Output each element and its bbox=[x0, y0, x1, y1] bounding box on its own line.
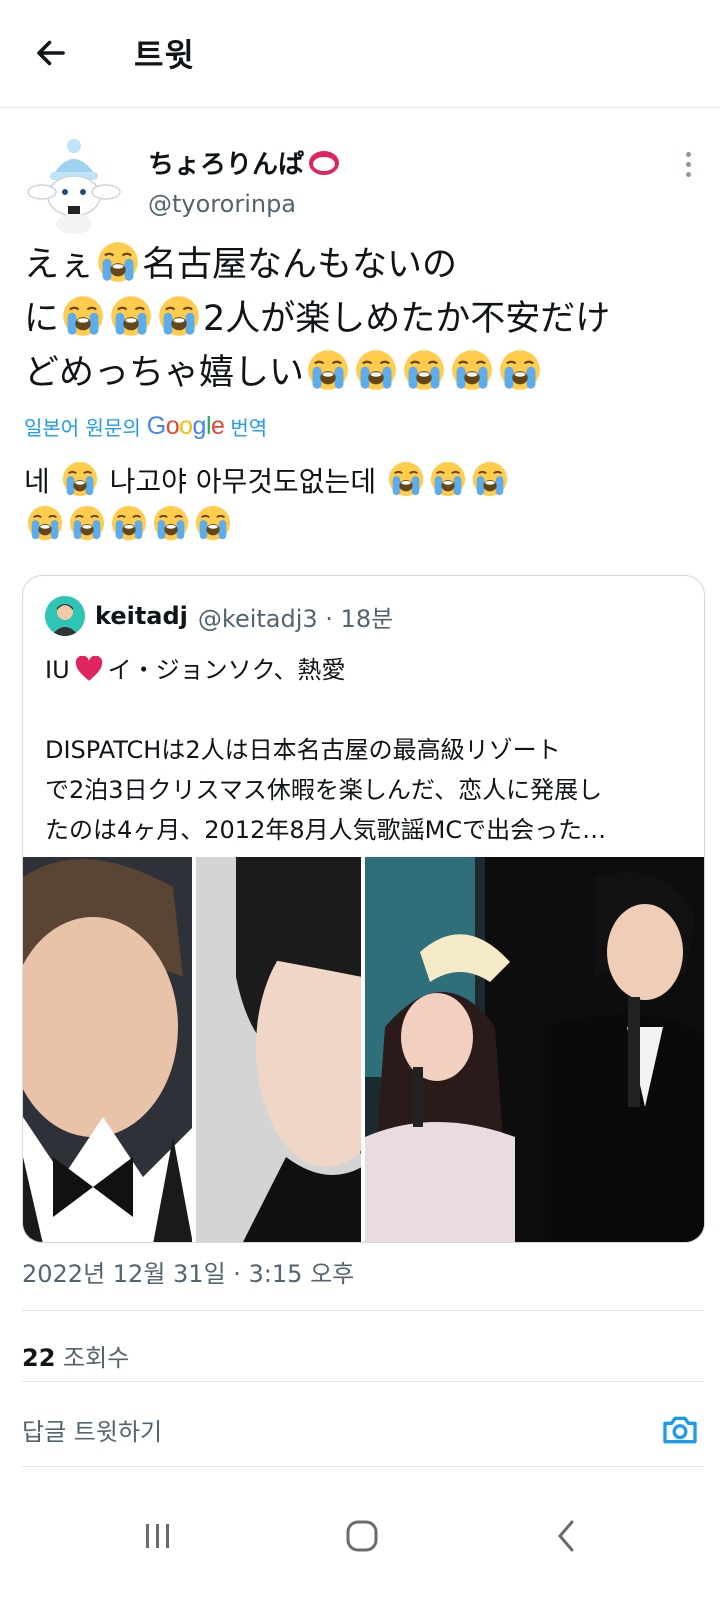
tweet-text: えぇ 名古屋なんもないの に 2人が楽しめたか不安だけ どめっちゃ嬉しい bbox=[24, 238, 704, 400]
heart-icon bbox=[75, 655, 102, 681]
home-icon bbox=[346, 1520, 378, 1552]
loudly-crying-face-icon bbox=[387, 460, 425, 498]
loudly-crying-face-icon bbox=[68, 504, 106, 542]
loudly-crying-face-icon bbox=[109, 294, 153, 338]
tweet-text-segment: 2人が楽しめたか不安だけ bbox=[203, 299, 611, 339]
quoted-tweet-text: IU イ・ジョンソク、熱愛 DISPATCHは2人は日本名古屋の最高級リゾート で… bbox=[45, 650, 685, 850]
media-photo-3[interactable] bbox=[365, 857, 704, 1242]
quoted-text-segment: イ・ジョンソク、熱愛 bbox=[107, 656, 346, 684]
quoted-text-line: で2泊3日クリスマス休暇を楽しんだ、恋人に発展し bbox=[45, 776, 603, 804]
loudly-crying-face-icon bbox=[471, 460, 509, 498]
loudly-crying-face-icon bbox=[450, 348, 494, 392]
quoted-author-name: keitadj bbox=[95, 602, 188, 630]
loudly-crying-face-icon bbox=[402, 348, 446, 392]
divider bbox=[22, 1466, 704, 1467]
loudly-crying-face-icon bbox=[96, 240, 140, 284]
divider bbox=[22, 1381, 704, 1382]
loudly-crying-face-icon bbox=[354, 348, 398, 392]
chevron-left-icon bbox=[558, 1520, 574, 1552]
quoted-tweet-header: keitadj @keitadj3 · 18분 bbox=[45, 596, 393, 636]
tweet-text-segment: えぇ bbox=[24, 245, 95, 285]
camera-button[interactable] bbox=[660, 1410, 700, 1450]
translated-text: 네 나고야 아무것도없는데 bbox=[24, 460, 704, 548]
vertical-dots-icon bbox=[685, 151, 691, 157]
author-avatar[interactable] bbox=[22, 136, 126, 240]
quoted-text-line: たのは4ヶ月、2012年8月人気歌謡MCで出会った… bbox=[45, 816, 607, 844]
tweet-timestamp[interactable]: 2022년 12월 31일 · 3:15 오후 bbox=[22, 1254, 354, 1289]
loudly-crying-face-icon bbox=[429, 460, 467, 498]
divider bbox=[22, 1310, 704, 1311]
more-options-button[interactable] bbox=[668, 146, 708, 182]
system-back-button[interactable] bbox=[536, 1506, 596, 1566]
top-app-bar: 트윗 bbox=[0, 0, 720, 108]
system-navigation-bar bbox=[0, 1480, 720, 1600]
author-handle[interactable]: @tyororinpa bbox=[148, 190, 296, 218]
loudly-crying-face-icon bbox=[61, 460, 99, 498]
media-photo-2[interactable] bbox=[196, 857, 362, 1242]
loudly-crying-face-icon bbox=[152, 504, 190, 542]
display-name-text: ちょろりんぱ bbox=[148, 150, 305, 180]
home-button[interactable] bbox=[332, 1506, 392, 1566]
loudly-crying-face-icon bbox=[306, 348, 350, 392]
quoted-text-segment: IU bbox=[45, 656, 70, 684]
tweet-text-segment: どめっちゃ嬉しい bbox=[24, 353, 305, 393]
google-logo: Google bbox=[146, 412, 225, 440]
loudly-crying-face-icon bbox=[61, 294, 105, 338]
vertical-dots-icon bbox=[685, 171, 691, 177]
arrow-left-icon bbox=[37, 40, 65, 66]
quoted-text-line: DISPATCHは2人は日本名古屋の最高級リゾート bbox=[45, 736, 561, 764]
loudly-crying-face-icon bbox=[194, 504, 232, 542]
views-count[interactable]: 22 조회수 bbox=[22, 1338, 129, 1373]
tweet-text-segment: に bbox=[24, 299, 60, 339]
back-button[interactable] bbox=[28, 30, 74, 76]
quoted-tweet-card[interactable]: keitadj @keitadj3 · 18분 IU イ・ジョンソク、熱愛 DIS… bbox=[22, 575, 705, 1243]
views-label: 조회수 bbox=[63, 1344, 130, 1372]
tweet-text-segment: 名古屋なんもないの bbox=[142, 245, 458, 285]
reply-input[interactable]: 답글 트윗하기 bbox=[22, 1412, 622, 1447]
translated-segment: 나고야 아무것도없는데 bbox=[109, 465, 377, 498]
translation-suffix: 번역 bbox=[230, 416, 268, 440]
camera-icon bbox=[663, 1416, 697, 1444]
loudly-crying-face-icon bbox=[26, 504, 64, 542]
loudly-crying-face-icon bbox=[110, 504, 148, 542]
recent-apps-icon bbox=[146, 1524, 169, 1548]
quoted-tweet-media[interactable] bbox=[23, 857, 704, 1242]
media-photo-1[interactable] bbox=[23, 857, 192, 1242]
page-title: 트윗 bbox=[134, 36, 195, 74]
views-number: 22 bbox=[22, 1344, 56, 1372]
loudly-crying-face-icon bbox=[498, 348, 542, 392]
recent-apps-button[interactable] bbox=[128, 1506, 188, 1566]
translated-segment: 네 bbox=[24, 465, 50, 498]
vertical-dots-icon bbox=[685, 161, 691, 167]
quoted-author-avatar bbox=[45, 596, 85, 636]
quoted-author-handle: @keitadj3 · 18분 bbox=[197, 604, 394, 633]
translation-attribution[interactable]: 일본어 원문의 Google 번역 bbox=[24, 412, 267, 441]
loudly-crying-face-icon bbox=[157, 294, 201, 338]
author-display-name[interactable]: ちょろりんぱ bbox=[148, 144, 340, 181]
translation-prefix: 일본어 원문의 bbox=[24, 416, 141, 440]
mouth-icon bbox=[309, 150, 340, 175]
